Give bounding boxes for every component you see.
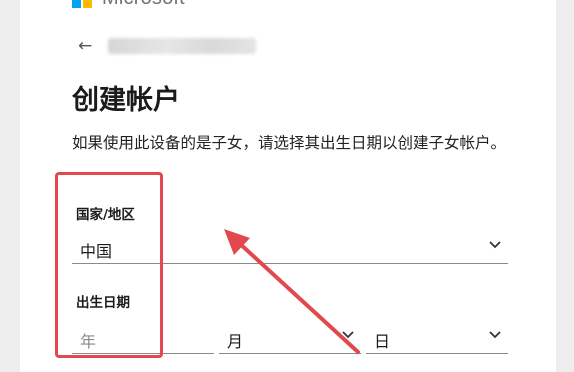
annotation-arrow-icon xyxy=(224,229,360,354)
